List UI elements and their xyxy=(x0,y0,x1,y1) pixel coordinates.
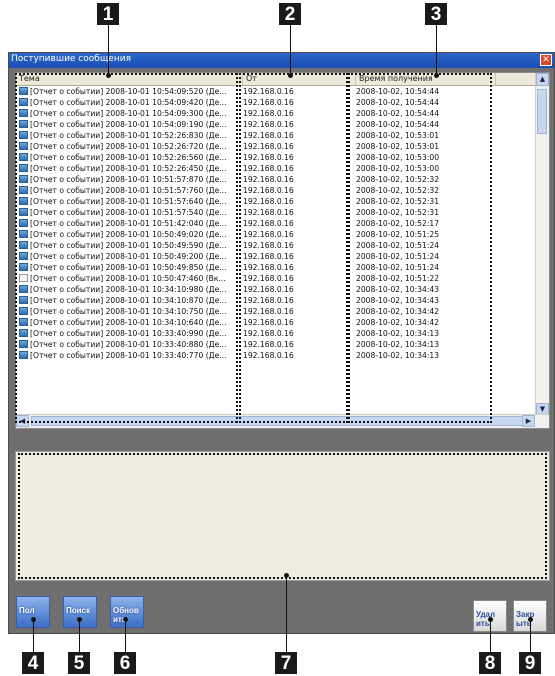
refresh-button[interactable]: Обнов ить xyxy=(110,596,144,628)
callout-4-leader xyxy=(33,620,34,654)
properties-button-label: Пол xyxy=(19,606,35,615)
callout-4-dot xyxy=(31,617,36,622)
search-button[interactable]: Поиск xyxy=(63,596,97,628)
highlight-time-column xyxy=(348,73,492,423)
vertical-scroll-thumb[interactable] xyxy=(537,89,547,134)
search-button-label: Поиск xyxy=(66,606,91,615)
callout-7: 7 xyxy=(275,652,297,674)
callout-5-dot xyxy=(77,617,82,622)
messages-window: Поступившие сообщения ✕ Тема От Время по… xyxy=(8,52,555,634)
callout-1-dot xyxy=(106,73,111,78)
close-icon: ✕ xyxy=(542,55,550,65)
highlight-from-column xyxy=(236,73,348,423)
callout-8: 8 xyxy=(479,652,501,674)
scroll-up-icon[interactable]: ▲ xyxy=(536,73,549,86)
callout-8-leader xyxy=(490,620,491,654)
callout-7-dot xyxy=(284,573,289,578)
callout-6: 6 xyxy=(114,652,136,674)
callout-4: 4 xyxy=(22,652,44,674)
title-bar: Поступившие сообщения ✕ xyxy=(9,53,554,68)
callout-5-leader xyxy=(79,620,80,654)
callout-2: 2 xyxy=(279,3,301,25)
callout-3-dot xyxy=(434,73,439,78)
highlight-detail-pane xyxy=(18,453,547,579)
callout-3: 3 xyxy=(425,3,447,25)
highlight-subject-column xyxy=(15,73,241,423)
callout-1-leader xyxy=(108,25,109,75)
callout-9: 9 xyxy=(519,652,541,674)
callout-7-leader xyxy=(286,575,287,654)
scroll-right-icon[interactable]: ▶ xyxy=(522,415,535,427)
callout-1: 1 xyxy=(97,3,119,25)
callout-5: 5 xyxy=(68,652,90,674)
vertical-scrollbar[interactable]: ▲ ▼ xyxy=(535,73,549,416)
callout-9-dot xyxy=(528,617,533,622)
callout-2-dot xyxy=(288,73,293,78)
callout-6-leader xyxy=(125,620,126,654)
refresh-button-label: Обнов ить xyxy=(113,606,139,624)
callout-2-leader xyxy=(290,25,291,75)
callout-6-dot xyxy=(123,617,128,622)
close-window-button[interactable]: ✕ xyxy=(540,54,552,66)
window-title: Поступившие сообщения xyxy=(11,54,131,64)
callout-9-leader xyxy=(530,620,531,654)
callout-3-leader xyxy=(436,25,437,75)
callout-8-dot xyxy=(488,617,493,622)
